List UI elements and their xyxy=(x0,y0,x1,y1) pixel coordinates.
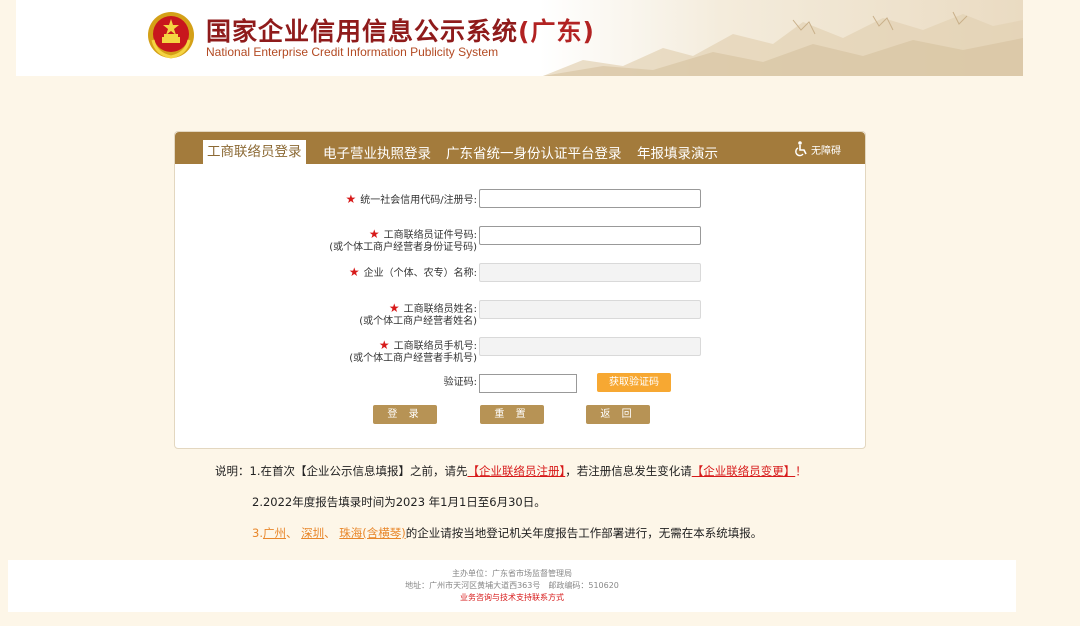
liaison-phone-input xyxy=(479,337,701,356)
required-star: ★ xyxy=(345,192,357,206)
company-name-label: ★ 企业（个体、农专）名称: xyxy=(349,266,477,280)
liaison-name-label-text: 工商联络员姓名: xyxy=(403,304,477,315)
zhuhai-link[interactable]: 珠海(含横琴) xyxy=(339,526,405,540)
note-1-prefix: 说明：1.在首次【企业公示信息填报】之前，请先 xyxy=(215,464,468,478)
note-3-separator: 、 xyxy=(285,526,302,540)
note-3-rest: 的企业请按当地登记机关年度报告工作部署进行，无需在本系统填报。 xyxy=(405,526,763,540)
site-header: 国家企业信用信息公示系统(广东) National Enterprise Cre… xyxy=(16,0,1023,76)
required-star: ★ xyxy=(348,265,360,279)
captcha-label: 验证码: xyxy=(443,377,477,388)
liaison-id-label: ★ 工商联络员证件号码: (或个体工商户经营者身份证号码) xyxy=(329,228,477,254)
note-3-number: 3. xyxy=(252,526,263,540)
login-button[interactable]: 登 录 xyxy=(373,405,437,424)
tab-liaison-login[interactable]: 工商联络员登录 xyxy=(203,140,306,164)
footer-contact-link[interactable]: 业务咨询与技术支持联系方式 xyxy=(8,592,1016,604)
liaison-phone-label: ★ 工商联络员手机号: (或个体工商户经营者手机号) xyxy=(349,339,477,365)
mountain-landscape-image xyxy=(543,11,1023,76)
site-title-main: 国家企业信用信息公示系统 xyxy=(206,17,519,46)
credit-code-label: ★ 统一社会信用代码/注册号: xyxy=(345,193,477,207)
tab-annual-report-demo[interactable]: 年报填录演示 xyxy=(637,142,718,162)
shenzhen-link[interactable]: 深圳 xyxy=(301,526,324,540)
captcha-input[interactable] xyxy=(479,374,577,393)
back-button[interactable]: 返 回 xyxy=(586,405,650,424)
tab-gd-unified-auth-login[interactable]: 广东省统一身份认证平台登录 xyxy=(446,142,622,162)
register-liaison-link[interactable]: 【企业联络员注册】 xyxy=(467,464,565,478)
note-1-mid: ，若注册信息发生变化请 xyxy=(565,464,692,478)
company-name-input xyxy=(479,263,701,282)
site-title: 国家企业信用信息公示系统(广东) xyxy=(206,12,595,48)
liaison-phone-label-text: 工商联络员手机号: xyxy=(393,341,477,352)
footer-address: 地址：广州市天河区黄埔大道西363号 邮政编码：510620 xyxy=(405,581,619,590)
liaison-id-label-text: 工商联络员证件号码: xyxy=(383,230,477,241)
login-tab-bar: 工商联络员登录 电子营业执照登录 广东省统一身份认证平台登录 年报填录演示 无障… xyxy=(175,132,865,164)
required-star: ★ xyxy=(378,338,390,352)
liaison-id-sublabel: (或个体工商户经营者身份证号码) xyxy=(329,242,477,253)
note-3: 3.广州、 深圳、 珠海(含横琴)的企业请按当地登记机关年度报告工作部署进行，无… xyxy=(252,525,762,541)
accessibility-label: 无障碍 xyxy=(811,145,841,157)
footer-sponsor: 主办单位：广东省市场监督管理局 xyxy=(452,569,572,578)
reset-button[interactable]: 重 置 xyxy=(480,405,544,424)
wheelchair-icon xyxy=(795,141,807,157)
guangzhou-link[interactable]: 广州 xyxy=(263,526,286,540)
note-1: 说明：1.在首次【企业公示信息填报】之前，请先【企业联络员注册】，若注册信息发生… xyxy=(215,463,807,479)
required-star: ★ xyxy=(368,227,380,241)
note-2: 2.2022年度报告填录时间为2023 年1月1日至6月30日。 xyxy=(252,495,546,509)
note-1-end: ！ xyxy=(795,464,807,478)
liaison-id-input[interactable] xyxy=(479,226,701,245)
change-liaison-link[interactable]: 【企业联络员变更】 xyxy=(692,464,796,478)
login-panel: 工商联络员登录 电子营业执照登录 广东省统一身份认证平台登录 年报填录演示 无障… xyxy=(174,131,866,449)
liaison-name-input xyxy=(479,300,701,319)
national-emblem-icon xyxy=(148,12,194,59)
liaison-phone-sublabel: (或个体工商户经营者手机号) xyxy=(349,353,477,364)
tab-e-license-login[interactable]: 电子营业执照登录 xyxy=(323,142,431,162)
get-code-button[interactable]: 获取验证码 xyxy=(597,373,671,392)
required-star: ★ xyxy=(388,301,400,315)
credit-code-label-text: 统一社会信用代码/注册号: xyxy=(360,195,477,206)
company-name-label-text: 企业（个体、农专）名称: xyxy=(363,268,477,279)
liaison-name-sublabel: (或个体工商户经营者姓名) xyxy=(359,316,477,327)
note-3-separator: 、 xyxy=(324,526,340,540)
liaison-name-label: ★ 工商联络员姓名: (或个体工商户经营者姓名) xyxy=(359,302,477,328)
site-footer: 主办单位：广东省市场监督管理局 地址：广州市天河区黄埔大道西363号 邮政编码：… xyxy=(8,560,1016,612)
credit-code-input[interactable] xyxy=(479,189,701,208)
accessibility-button[interactable]: 无障碍 xyxy=(794,141,841,157)
site-title-region: (广东) xyxy=(518,17,595,46)
site-title-english: National Enterprise Credit Information P… xyxy=(206,45,499,59)
